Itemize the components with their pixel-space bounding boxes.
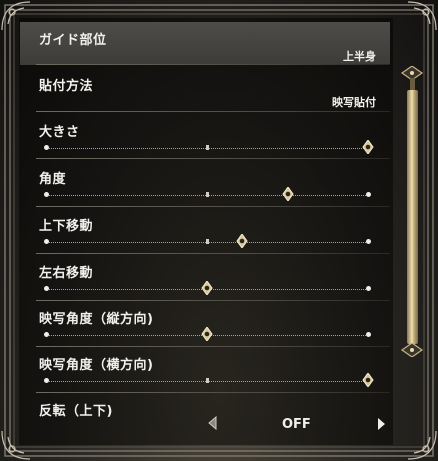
corner-ornament-tr [407,1,437,31]
setting-angle[interactable]: 角度 [20,161,390,207]
slider-min-dot [44,145,49,150]
slider-min-dot [44,239,49,244]
slider-thumb[interactable] [200,327,214,341]
setting-flip-vertical[interactable]: 反転（上下) OFF [20,393,390,443]
row-divider [36,253,390,254]
slider-center-mark [206,378,209,383]
arrow-left-icon[interactable] [207,416,217,430]
setting-size[interactable]: 大きさ [20,114,390,159]
row-divider [36,158,390,159]
setting-label: 角度 [39,172,67,187]
slider-min-dot [44,286,49,291]
row-divider [36,206,390,207]
setting-label: 反転（上下) [39,404,113,419]
slider-max-dot [366,239,371,244]
slider-thumb[interactable] [361,140,375,154]
corner-ornament-br [407,430,437,460]
arrow-right-icon[interactable] [377,417,387,431]
row-divider [36,111,390,112]
setting-label: ガイド部位 [39,33,107,48]
slider-center-mark [206,239,209,244]
settings-window: ガイド部位 上半身 貼付方法 映写貼付 大きさ 角度 上下移動 左右移動 映写角… [0,0,438,461]
slider-center-mark [206,145,209,150]
setting-guide-part[interactable]: ガイド部位 上半身 [20,22,390,65]
slider-min-dot [44,332,49,337]
slider-thumb[interactable] [235,234,249,248]
setting-horizontal-move[interactable]: 左右移動 [20,255,390,301]
slider-max-dot [366,286,371,291]
row-divider [36,64,390,65]
setting-projection-angle-horizontal[interactable]: 映写角度（横方向) [20,347,390,393]
setting-label: 映写角度（横方向) [39,358,154,373]
setting-projection-angle-vertical[interactable]: 映写角度（縦方向) [20,301,390,347]
setting-label: 大きさ [39,125,80,140]
slider-thumb[interactable] [361,373,375,387]
slider-thumb[interactable] [281,187,295,201]
slider-center-mark [206,192,209,197]
toggle-value: OFF [282,417,311,432]
slider-min-dot [44,378,49,383]
setting-vertical-move[interactable]: 上下移動 [20,208,390,254]
setting-label: 左右移動 [39,266,94,281]
setting-label: 貼付方法 [39,79,94,94]
slider-max-dot [366,192,371,197]
scrollbar-thumb[interactable] [407,90,418,344]
setting-label: 映写角度（縦方向) [39,312,154,327]
slider-max-dot [366,332,371,337]
slider-thumb[interactable] [200,281,214,295]
slider-min-dot [44,192,49,197]
scrollbar-bottom-cap [400,343,424,357]
setting-label: 上下移動 [39,219,94,234]
setting-value: 映写貼付 [332,96,376,109]
setting-value: 上半身 [343,50,376,63]
setting-apply-method[interactable]: 貼付方法 映写貼付 [20,68,390,112]
